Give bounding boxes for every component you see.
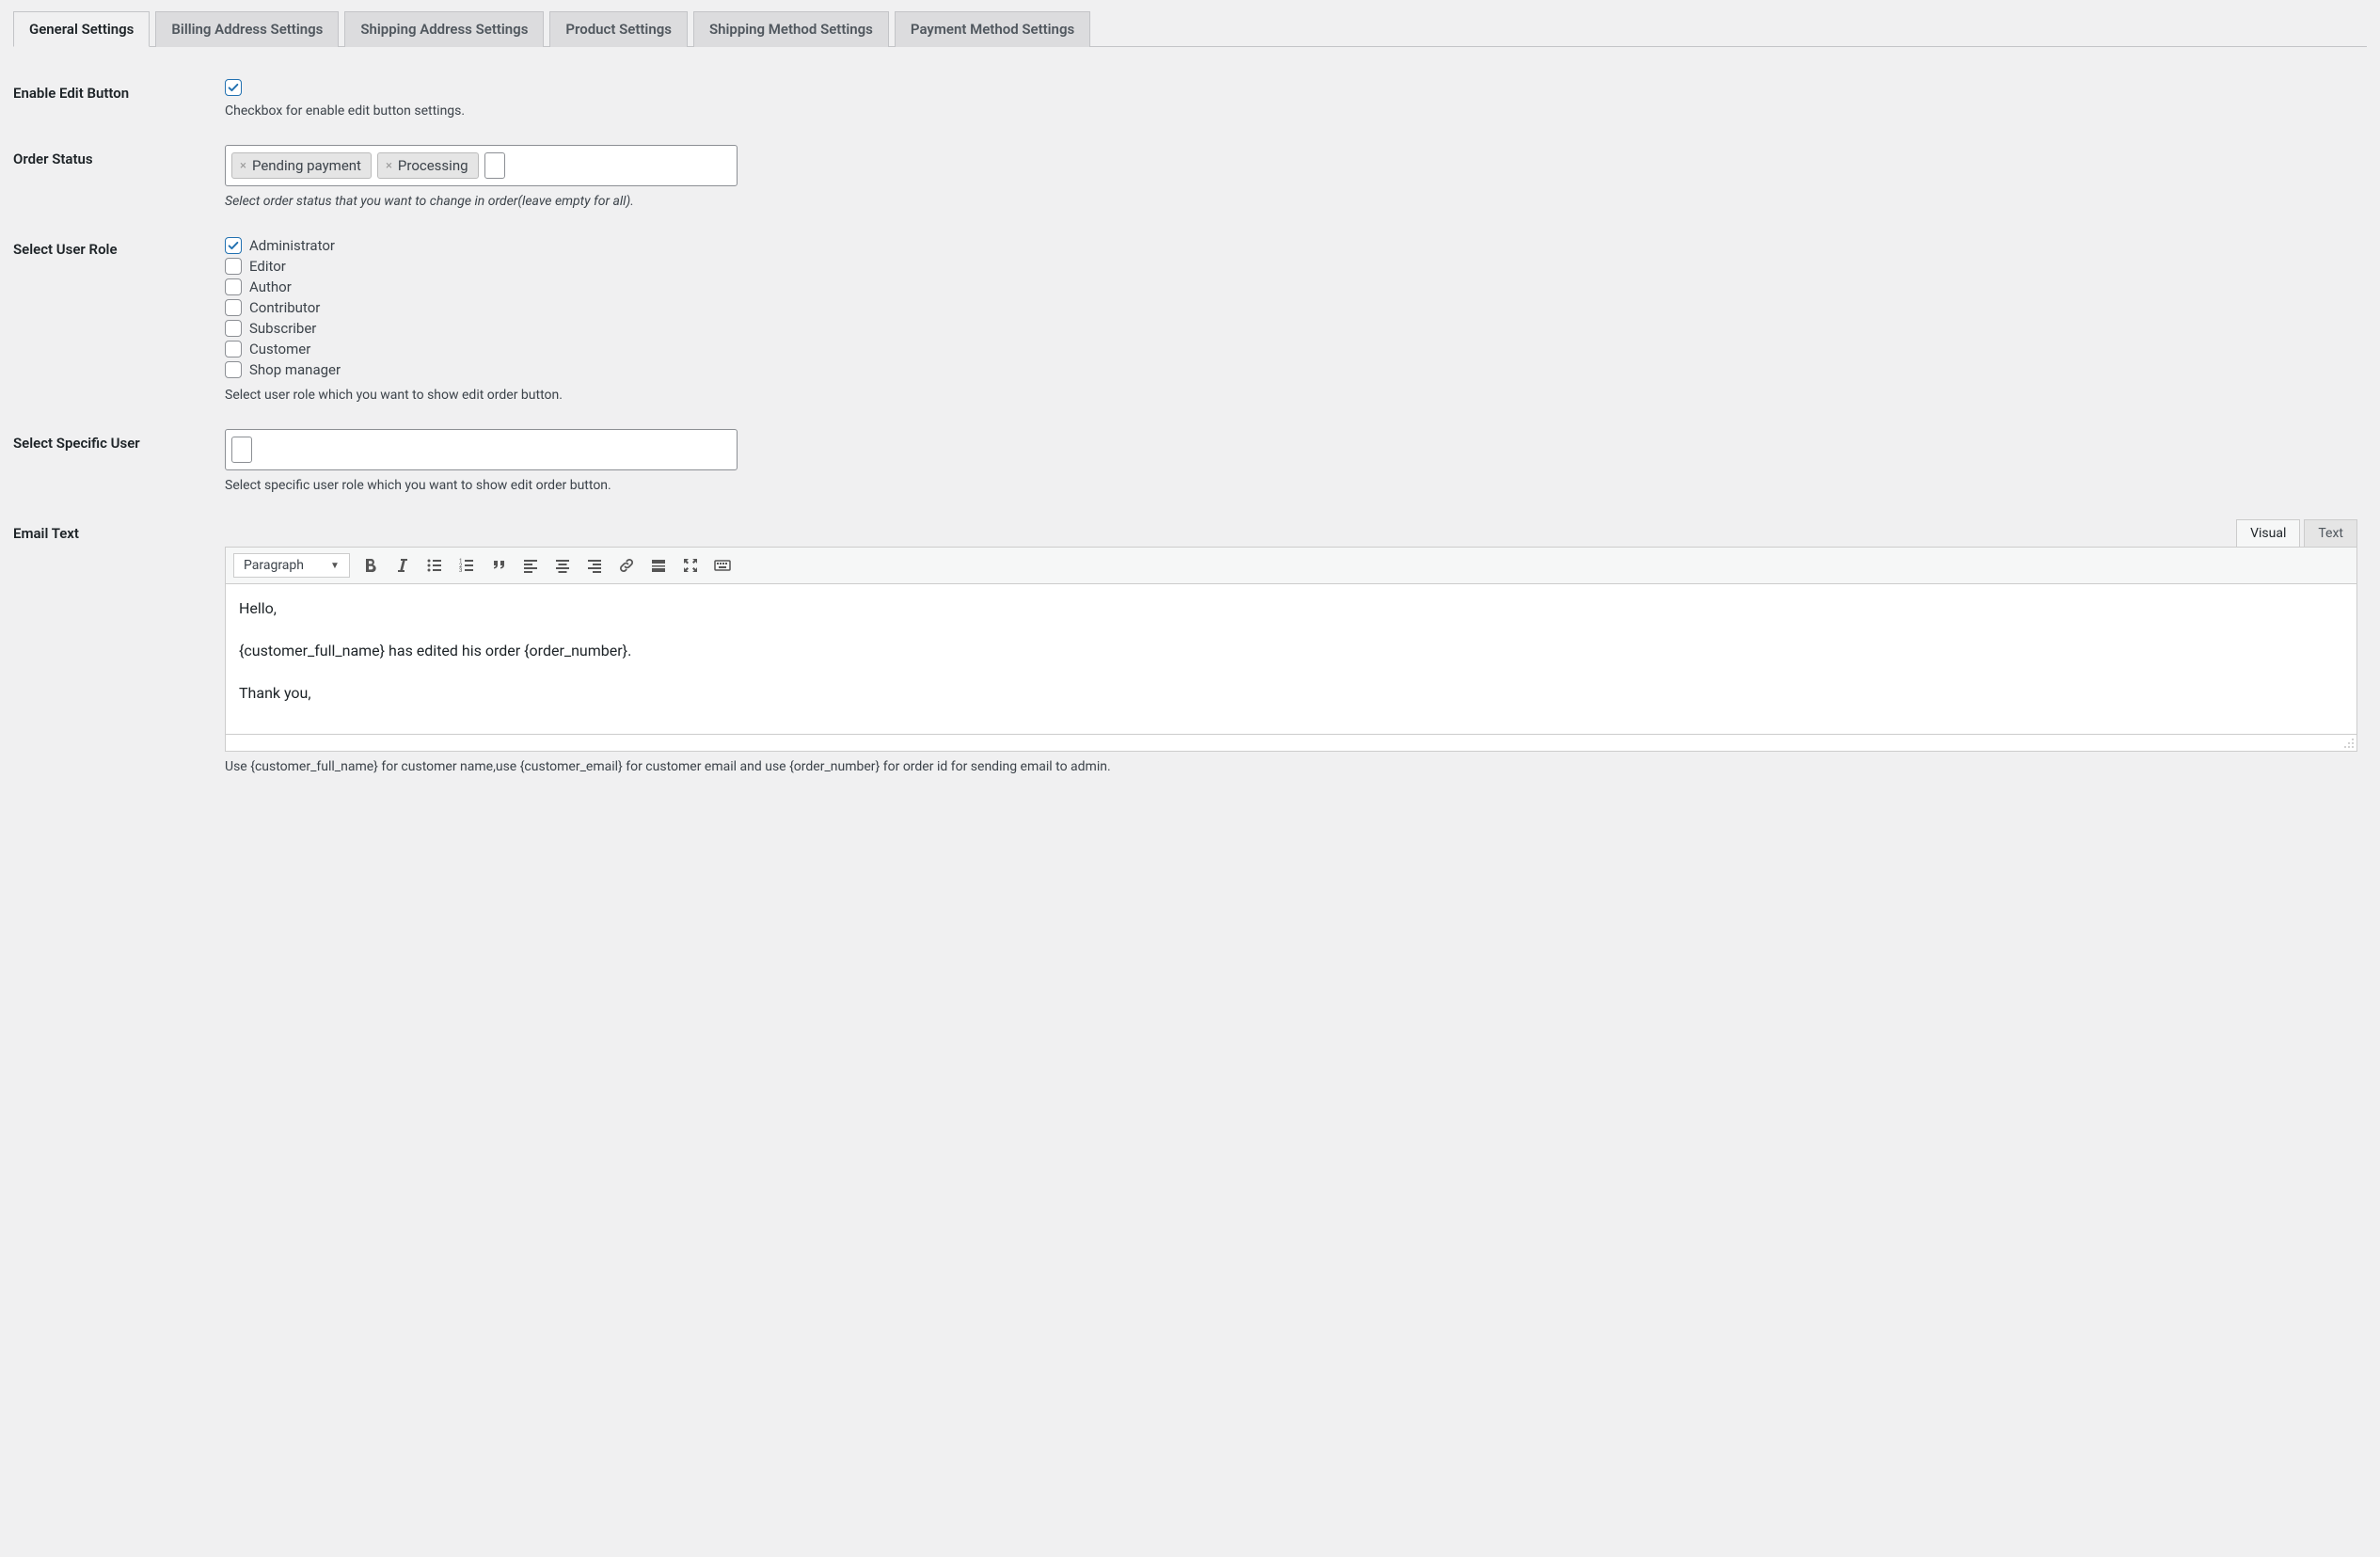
role-label: Shop manager [249, 359, 341, 380]
settings-form: Enable Edit Button Checkbox for enable e… [13, 66, 2367, 787]
remove-tag-icon[interactable]: × [240, 160, 246, 172]
align-right-button[interactable] [583, 554, 606, 577]
italic-icon [393, 556, 412, 575]
role-label: Subscriber [249, 318, 316, 339]
numbered-list-icon: 123 [457, 556, 476, 575]
role-checkbox-contributor[interactable] [225, 299, 242, 316]
enable-edit-checkbox[interactable] [225, 79, 242, 96]
read-more-icon [649, 556, 668, 575]
resize-grip-icon[interactable] [2343, 738, 2355, 749]
role-checkbox-subscriber[interactable] [225, 320, 242, 337]
link-icon [617, 556, 636, 575]
fullscreen-icon [681, 556, 700, 575]
user-role-label: Select User Role [13, 222, 225, 416]
role-label: Contributor [249, 297, 320, 318]
align-left-button[interactable] [519, 554, 542, 577]
read-more-button[interactable] [647, 554, 670, 577]
email-text-description: Use {customer_full_name} for customer na… [225, 759, 2357, 774]
order-status-description: Select order status that you want to cha… [225, 194, 2357, 209]
tag-label: Processing [398, 157, 468, 174]
editor-toolbar: Paragraph ▼ 123 [225, 547, 2357, 584]
tab-payment-method-settings[interactable]: Payment Method Settings [895, 11, 1090, 47]
enable-edit-label: Enable Edit Button [13, 66, 225, 132]
checkmark-icon [227, 239, 240, 252]
numbered-list-button[interactable]: 123 [455, 554, 478, 577]
tab-billing-address-settings[interactable]: Billing Address Settings [155, 11, 339, 47]
specific-user-multiselect[interactable] [225, 429, 738, 470]
blockquote-button[interactable] [487, 554, 510, 577]
tab-shipping-address-settings[interactable]: Shipping Address Settings [344, 11, 544, 47]
order-status-label: Order Status [13, 132, 225, 222]
role-label: Administrator [249, 235, 335, 256]
tab-product-settings[interactable]: Product Settings [549, 11, 688, 47]
role-checkbox-shop-manager[interactable] [225, 361, 242, 378]
link-button[interactable] [615, 554, 638, 577]
tab-general-settings[interactable]: General Settings [13, 11, 150, 47]
specific-user-label: Select Specific User [13, 416, 225, 506]
bold-icon [361, 556, 380, 575]
align-right-icon [585, 556, 604, 575]
bullet-list-icon [425, 556, 444, 575]
order-status-tag-processing: × Processing [377, 152, 479, 179]
editor-statusbar [225, 735, 2357, 752]
remove-tag-icon[interactable]: × [386, 160, 392, 172]
toolbar-toggle-button[interactable] [711, 554, 734, 577]
role-checkbox-administrator[interactable] [225, 237, 242, 254]
tag-label: Pending payment [252, 157, 361, 174]
align-center-button[interactable] [551, 554, 574, 577]
order-status-tag-pending: × Pending payment [231, 152, 372, 179]
role-checkbox-customer[interactable] [225, 341, 242, 357]
role-label: Author [249, 277, 292, 297]
editor-tab-text[interactable]: Text [2304, 519, 2357, 547]
email-text-label: Email Text [13, 506, 225, 787]
align-center-icon [553, 556, 572, 575]
wysiwyg-editor: Visual Text Paragraph ▼ 123 [225, 519, 2357, 752]
keyboard-icon [713, 556, 732, 575]
bullet-list-button[interactable] [423, 554, 446, 577]
role-checkbox-author[interactable] [225, 278, 242, 295]
order-status-input[interactable] [484, 152, 505, 179]
email-body-line: {customer_full_name} has edited his orde… [239, 642, 2343, 659]
email-body-line: Hello, [239, 599, 2343, 617]
role-label: Customer [249, 339, 310, 359]
email-body-line: Thank you, [239, 684, 2343, 702]
user-role-description: Select user role which you want to show … [225, 388, 2357, 403]
user-role-list: Administrator Editor Author [225, 235, 2357, 380]
chevron-down-icon: ▼ [330, 561, 340, 571]
format-dropdown[interactable]: Paragraph ▼ [233, 553, 350, 578]
format-dropdown-label: Paragraph [244, 558, 304, 573]
tab-shipping-method-settings[interactable]: Shipping Method Settings [693, 11, 889, 47]
editor-content[interactable]: Hello, {customer_full_name} has edited h… [225, 584, 2357, 735]
specific-user-input[interactable] [231, 437, 252, 463]
role-checkbox-editor[interactable] [225, 258, 242, 275]
enable-edit-description: Checkbox for enable edit button settings… [225, 103, 2357, 119]
italic-button[interactable] [391, 554, 414, 577]
checkmark-icon [227, 81, 240, 94]
specific-user-description: Select specific user role which you want… [225, 478, 2357, 493]
svg-text:3: 3 [459, 567, 462, 574]
role-label: Editor [249, 256, 286, 277]
editor-tab-visual[interactable]: Visual [2236, 519, 2300, 547]
fullscreen-button[interactable] [679, 554, 702, 577]
order-status-multiselect[interactable]: × Pending payment × Processing [225, 145, 738, 186]
settings-tabs: General Settings Billing Address Setting… [13, 11, 2367, 47]
quote-icon [489, 556, 508, 575]
bold-button[interactable] [359, 554, 382, 577]
align-left-icon [521, 556, 540, 575]
